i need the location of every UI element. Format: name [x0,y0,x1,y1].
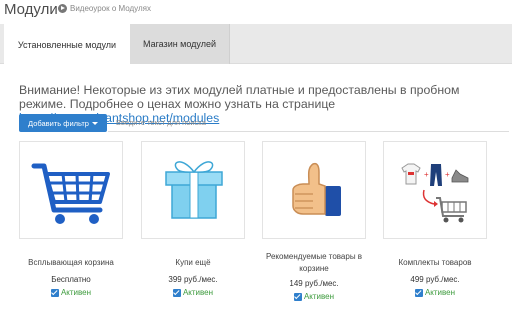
module-name: Купи ещё [175,258,211,267]
module-price: 499 руб./мес. [410,275,460,284]
search-input[interactable] [108,114,509,132]
module-status-label: Активен [303,292,335,301]
add-filter-button[interactable]: Добавить фильтр [19,114,107,132]
tabs-bar: Установленные модули Магазин модулей [0,24,512,65]
thumbs-up-icon [292,162,341,216]
video-tutorial-label: Видеоурок о Модулях [70,4,152,13]
module-status-label: Активен [424,288,456,297]
checkbox-checked-icon[interactable] [172,288,181,297]
module-status[interactable]: Активен [262,292,366,301]
module-status[interactable]: Активен [383,288,487,297]
play-icon [58,4,67,13]
module-status-label: Активен [60,288,92,297]
module-price: 149 руб./мес. [289,279,339,288]
caret-down-icon [91,121,98,125]
module-status[interactable]: Активен [141,288,245,297]
filter-bar: Добавить фильтр [19,113,509,133]
module-price: 399 руб./мес. [168,275,218,284]
page-header: Модули Видеоурок о Модулях [0,0,512,22]
checkbox-checked-icon[interactable] [50,288,59,297]
module-status[interactable]: Активен [19,288,123,297]
svg-text:+: + [445,170,450,179]
checkbox-checked-icon[interactable] [293,292,302,301]
product-bundle-icon: + + [401,163,469,223]
module-image[interactable] [141,141,245,239]
module-card-popup-cart[interactable]: Всплывающая корзина Бесплатно Активен [19,141,123,297]
module-name: Рекомендуемые товары в корзине [265,252,363,273]
module-image[interactable] [262,141,366,239]
gift-box-icon [165,161,223,219]
page-title: Модули [4,1,58,18]
module-card-recommended-in-cart[interactable]: Рекомендуемые товары в корзине 149 руб./… [262,141,366,301]
trial-notice-text: Внимание! Некоторые из этих модулей плат… [19,83,460,111]
tab-installed-modules[interactable]: Установленные модули [4,24,130,65]
module-name: Комплекты товаров [398,258,472,267]
video-tutorial-link[interactable]: Видеоурок о Модулях [58,4,151,13]
tab-module-store[interactable]: Магазин модулей [130,24,230,64]
module-card-product-bundles[interactable]: + + Комплекты товаров 499 руб./мес. Акти… [383,141,487,297]
add-filter-label: Добавить фильтр [28,118,89,128]
svg-text:+: + [424,170,429,179]
module-status-label: Активен [182,288,214,297]
module-price: Бесплатно [51,275,91,284]
module-image[interactable]: + + [383,141,487,239]
module-image[interactable] [19,141,123,239]
module-name: Всплывающая корзина [28,258,114,267]
shopping-cart-icon [31,163,110,224]
module-card-buy-more[interactable]: Купи ещё 399 руб./мес. Активен [141,141,245,297]
checkbox-checked-icon[interactable] [414,288,423,297]
